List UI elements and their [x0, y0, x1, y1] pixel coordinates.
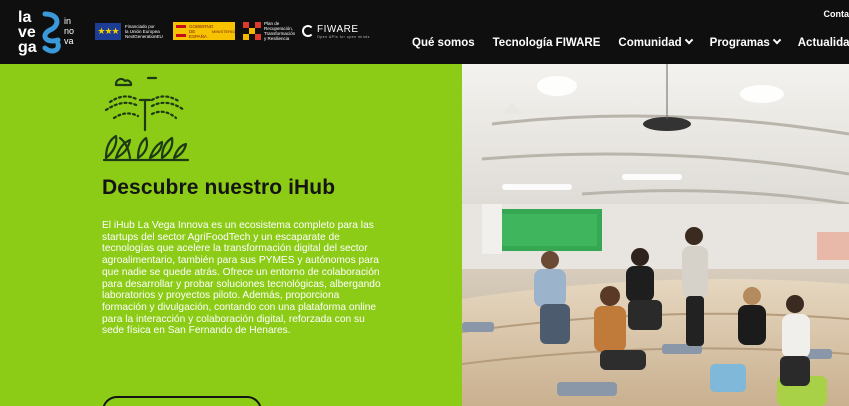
ihub-interior-image	[462, 64, 849, 406]
spain-flag-icon	[176, 25, 186, 37]
main-nav: Qué somos Tecnología FIWARE Comunidad Pr…	[412, 35, 849, 49]
fiware-text: FIWARE	[317, 23, 359, 35]
site-header: la ve ga in no va ★★★ Financiado por la …	[0, 0, 849, 64]
fiware-sub-text: Open APIs for open minds	[317, 34, 370, 39]
spain-government-logo: GOBIERNO DE ESPAÑA MINISTERIO	[173, 22, 235, 40]
nav-que-somos[interactable]: Qué somos	[412, 37, 475, 49]
nav-label: Actualidad	[797, 37, 849, 49]
coworking-space-photo	[462, 64, 849, 406]
hero-description: El iHub La Vega Innova es un ecosistema …	[102, 220, 381, 337]
nav-actualidad[interactable]: Actualidad	[798, 37, 849, 49]
contact-link[interactable]: Conta	[824, 9, 849, 19]
logo-small-no: no	[64, 26, 75, 36]
nav-label: Tecnología FIWARE	[492, 37, 601, 49]
smart-irrigation-icon	[102, 76, 190, 162]
eu-text-line-2: la Unión Europea	[125, 28, 160, 34]
nav-programas[interactable]: Programas	[709, 35, 781, 49]
chevron-down-icon	[684, 35, 693, 45]
chevron-down-icon	[772, 35, 781, 45]
logo-wave-icon	[42, 11, 61, 54]
ihub-intro-panel: Descubre nuestro iHub El iHub La Vega In…	[0, 64, 462, 406]
nav-tecnologia-fiware[interactable]: Tecnología FIWARE	[493, 37, 601, 49]
la-vega-innova-logo[interactable]: la ve ga in no va	[18, 8, 88, 58]
eu-funding-logo: ★★★ Financiado por la Unión Europea Next…	[95, 22, 165, 40]
recovery-plan-icon	[243, 22, 261, 40]
ministry-text: MINISTERIO	[212, 28, 236, 34]
logo-small-in: in	[64, 16, 72, 26]
page-title: Descubre nuestro iHub	[102, 176, 336, 199]
gov-text: GOBIERNO DE ESPAÑA	[189, 23, 214, 39]
sponsor-logos: ★★★ Financiado por la Unión Europea Next…	[95, 18, 370, 44]
eu-flag-icon: ★★★	[95, 22, 121, 40]
prtr-line-4: y Resiliencia	[264, 36, 290, 41]
eu-text-line-3: NextGenerationEU	[125, 33, 163, 39]
logo-small-va: va	[64, 36, 74, 46]
fiware-logo: FIWARE Open APIs for open minds	[302, 24, 370, 39]
nav-label: Programas	[709, 37, 770, 49]
recovery-plan-logo: Plan de Recuperación, Transformación y R…	[243, 21, 295, 41]
logo-word-ga: ga	[18, 39, 37, 56]
nav-comunidad[interactable]: Comunidad	[618, 35, 693, 49]
nav-label: Comunidad	[618, 37, 682, 49]
fiware-ring-icon	[302, 25, 314, 37]
cta-button[interactable]	[102, 396, 262, 406]
nav-label: Qué somos	[412, 37, 475, 49]
